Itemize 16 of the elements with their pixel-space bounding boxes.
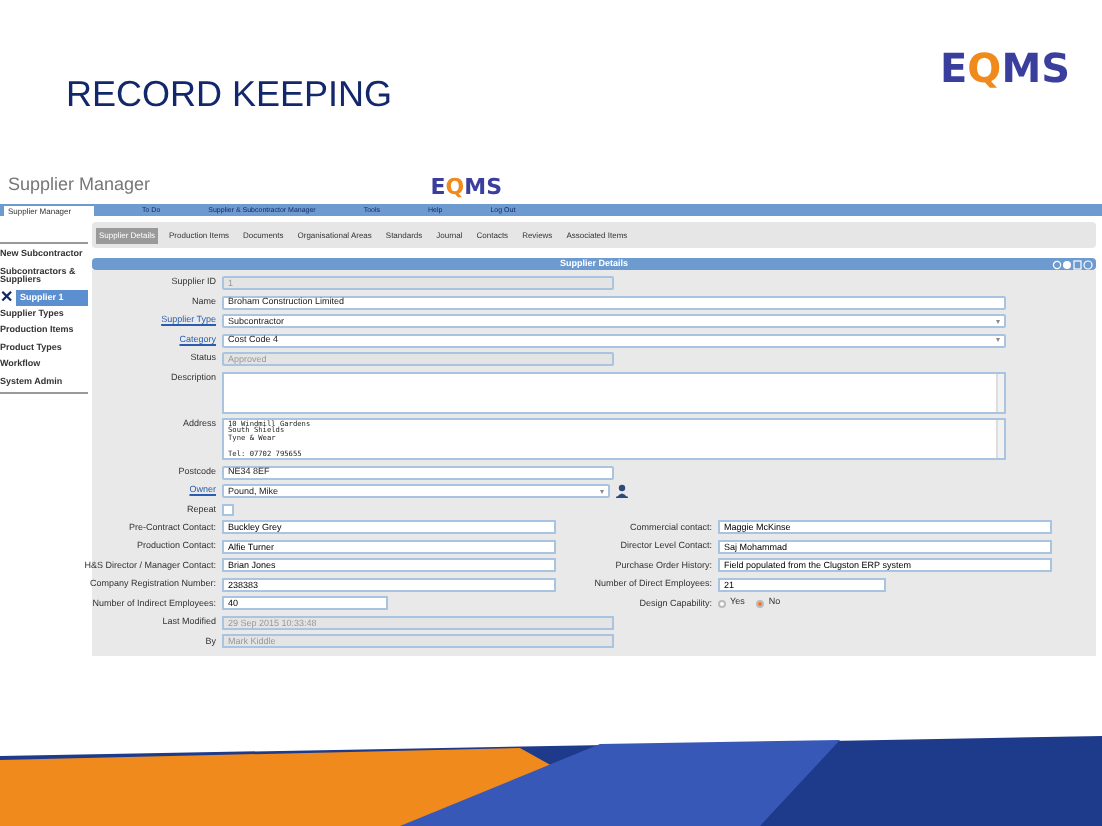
scrollbar[interactable] (996, 373, 1004, 411)
caret-icon (996, 338, 1000, 342)
slide-title: RECORD KEEPING (66, 72, 393, 118)
caret-icon (996, 319, 1000, 323)
logo: EQMS (430, 175, 502, 197)
scrollbar[interactable] (996, 420, 1004, 458)
radio-button[interactable] (756, 599, 765, 607)
caret-icon (600, 489, 604, 493)
app-title: Supplier Manager (8, 172, 151, 199)
checkbox[interactable] (222, 503, 234, 515)
logo: EQMS (940, 48, 1070, 88)
person-icon[interactable] (616, 484, 628, 498)
toolbar-icons-drawing[interactable] (1052, 259, 1094, 269)
text-area[interactable] (222, 371, 1006, 413)
close-icon[interactable]: ✕ (0, 289, 14, 305)
radio-button[interactable] (718, 599, 726, 607)
